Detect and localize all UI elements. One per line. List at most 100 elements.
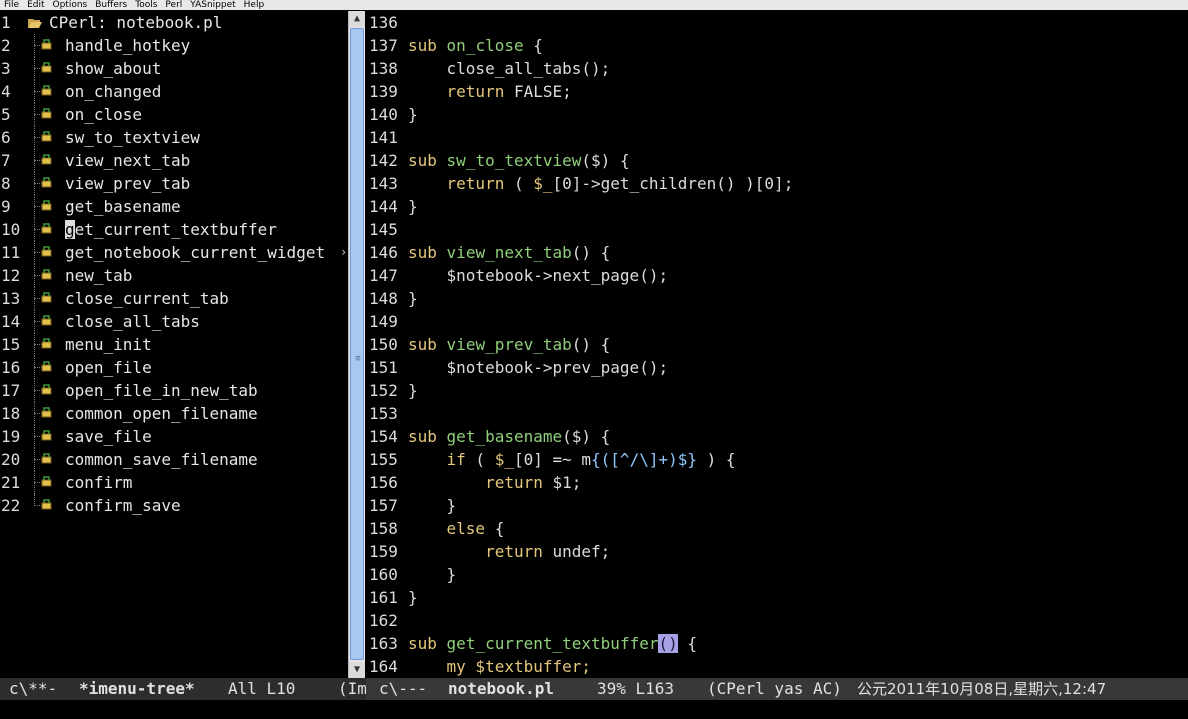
imenu-line-numbers: 1 2 3 4 5 6 7 8 9 10 11 12 13 14 15 16 1… [0, 11, 22, 517]
code-text: } [408, 381, 418, 400]
line-number: 7 [1, 151, 11, 170]
code-text: sub view_prev_tab() { [408, 335, 611, 354]
tree-item[interactable]: open_file_in_new_tab [22, 379, 348, 402]
function-node-icon [41, 430, 52, 441]
code-line: 141 [366, 126, 1188, 149]
tree-root[interactable]: CPerl: notebook.pl [22, 11, 348, 34]
emacs-frame: File Edit Options Buffers Tools Perl YASnippet… [0, 0, 1188, 719]
vertical-scrollbar[interactable]: ▲ ≡ ▼ [348, 11, 365, 678]
line-number: 137 [369, 36, 398, 55]
minibuffer[interactable] [0, 700, 1188, 719]
tree-item[interactable]: get_basename [22, 195, 348, 218]
tree-item[interactable]: close_current_tab [22, 287, 348, 310]
folder-open-icon [28, 19, 42, 28]
tree-item-label: show_about [65, 59, 162, 78]
line-number: 17 [1, 381, 21, 400]
line-number: 140 [369, 105, 398, 124]
line-number: 22 [1, 496, 21, 515]
tree-item-label: confirm [65, 473, 133, 492]
grip-icon: ≡ [355, 354, 361, 364]
line-number: 6 [1, 128, 11, 147]
function-node-icon [41, 200, 52, 211]
tree-item[interactable]: handle_hotkey [22, 34, 348, 57]
line-number: 157 [369, 496, 398, 515]
tree-item[interactable]: view_prev_tab [22, 172, 348, 195]
menu-item-yasnippet[interactable]: YASnippet [186, 0, 239, 10]
buffer-name[interactable]: *imenu-tree* [79, 678, 195, 700]
line-number: 2 [1, 36, 11, 55]
tree-item[interactable]: get_notebook_current_widget › [22, 241, 348, 264]
tree-item[interactable]: sw_to_textview [22, 126, 348, 149]
imenu-tree-window[interactable]: 1 2 3 4 5 6 7 8 9 10 11 12 13 14 15 16 1… [0, 11, 348, 678]
code-line: 147 $notebook->next_page(); [366, 264, 1188, 287]
line-number: 154 [369, 427, 398, 446]
function-node-icon [41, 131, 52, 142]
tree-item[interactable]: menu_init [22, 333, 348, 356]
code-text: sub get_current_textbuffer() { [408, 634, 697, 653]
function-node-icon [41, 384, 52, 395]
buffer-name[interactable]: notebook.pl [448, 678, 554, 700]
tree-items: handle_hotkey show_about on_changed on_clos… [22, 34, 348, 517]
menu-item-tools[interactable]: Tools [131, 0, 161, 10]
tree-item-label: save_file [65, 427, 152, 446]
tree-item-label: handle_hotkey [65, 36, 191, 55]
code-line: 163 sub get_current_textbuffer() { [366, 632, 1188, 655]
code-line: 149 [366, 310, 1188, 333]
code-line: 150 sub view_prev_tab() { [366, 333, 1188, 356]
tree-item[interactable]: get_current_textbuffer [22, 218, 348, 241]
menu-item-help[interactable]: Help [240, 0, 269, 10]
tree-item[interactable]: save_file [22, 425, 348, 448]
menu-item-buffers[interactable]: Buffers [91, 0, 131, 10]
tree-item-label: view_prev_tab [65, 174, 191, 193]
code-line: 160 } [366, 563, 1188, 586]
code-line: 142 sub sw_to_textview($) { [366, 149, 1188, 172]
line-number: 13 [1, 289, 21, 308]
code-line: 139 return FALSE; [366, 80, 1188, 103]
line-number: 142 [369, 151, 398, 170]
menu-item-file[interactable]: File [0, 0, 23, 10]
buffer-position: 39% L163 [597, 679, 675, 698]
truncation-arrow-icon: › [340, 245, 348, 259]
tree-item[interactable]: common_open_filename [22, 402, 348, 425]
tree-item[interactable]: common_save_filename [22, 448, 348, 471]
scrollbar-thumb[interactable]: ≡ [350, 28, 364, 660]
menu-item-options[interactable]: Options [49, 0, 92, 10]
function-node-icon [41, 269, 52, 280]
function-node-icon [41, 223, 52, 234]
line-number: 14 [1, 312, 21, 331]
tree-item[interactable]: new_tab [22, 264, 348, 287]
tree-item[interactable]: on_close [22, 103, 348, 126]
tree-item-label: close_all_tabs [65, 312, 200, 331]
tree-item[interactable]: confirm_save [22, 494, 348, 517]
function-node-icon [41, 39, 52, 50]
arrow-down-icon[interactable]: ▼ [349, 662, 365, 678]
menu-item-edit[interactable]: Edit [23, 0, 48, 10]
arrow-up-icon[interactable]: ▲ [349, 11, 365, 27]
code-line: 159 return undef; [366, 540, 1188, 563]
line-number: 10 [1, 220, 21, 239]
line-number: 19 [1, 427, 21, 446]
tree-item[interactable]: open_file [22, 356, 348, 379]
tree-item[interactable]: show_about [22, 57, 348, 80]
tree-item[interactable]: confirm [22, 471, 348, 494]
code-text: } [446, 565, 457, 584]
menu-item-perl[interactable]: Perl [161, 0, 186, 10]
tree-item[interactable]: view_next_tab [22, 149, 348, 172]
line-number: 21 [1, 473, 21, 492]
code-editor-window[interactable]: 136 137 sub on_close { 138 close_all_tabs… [366, 11, 1188, 678]
tree-item[interactable]: on_changed [22, 80, 348, 103]
major-mode[interactable]: (CPerl yas AC) [707, 678, 842, 700]
paren-match-highlight: () [658, 634, 678, 653]
code-text: close_all_tabs(); [408, 59, 611, 78]
line-number: 149 [369, 312, 398, 331]
code-text: $notebook->prev_page(); [408, 358, 669, 377]
function-node-icon [41, 361, 52, 372]
tree-item-label: get_notebook_current_widget [65, 243, 326, 262]
mode-line-left: c\**- *imenu-tree* All L10 (Im [0, 678, 366, 700]
major-mode[interactable]: (Im [338, 678, 366, 700]
tree-item[interactable]: close_all_tabs [22, 310, 348, 333]
line-number: 9 [1, 197, 11, 216]
mode-line: c\**- *imenu-tree* All L10 (Im c\--- not… [0, 678, 1188, 700]
code-line: 157 } [366, 494, 1188, 517]
imenu-tree: CPerl: notebook.pl handle_hotkey show_abo… [22, 11, 348, 517]
